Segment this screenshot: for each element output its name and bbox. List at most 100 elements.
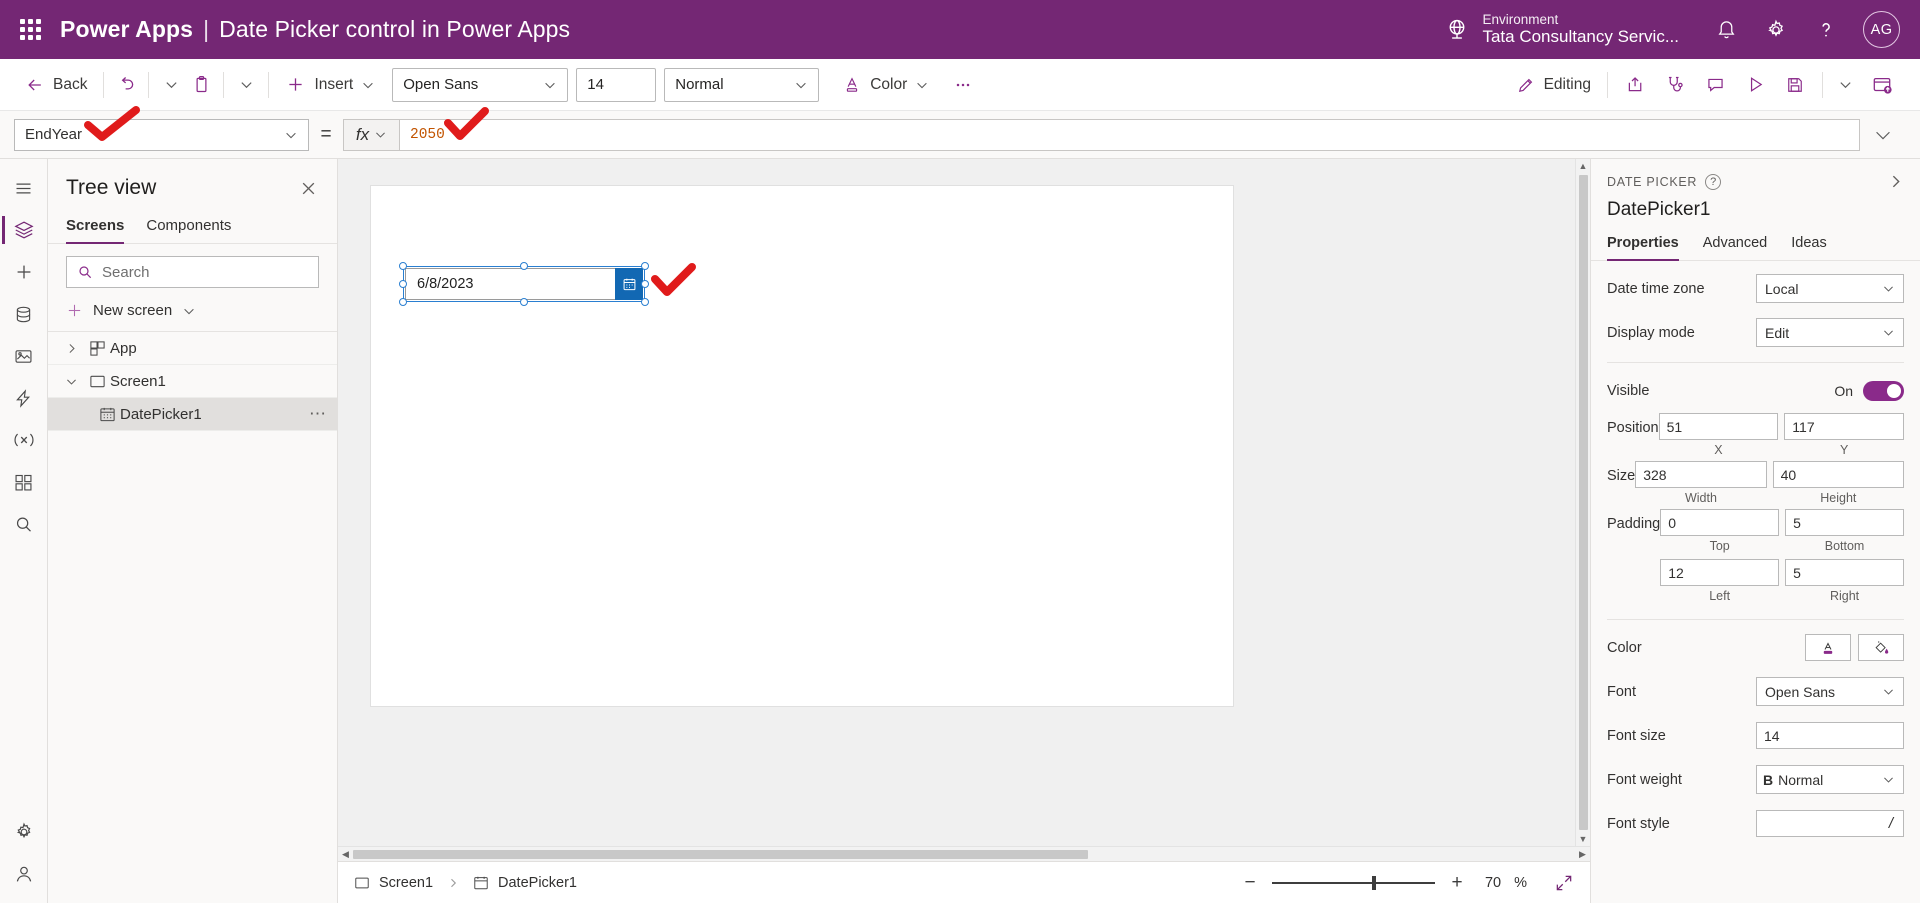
- datepicker-control[interactable]: 6/8/2023: [405, 268, 643, 300]
- date-time-zone-select[interactable]: Local: [1756, 274, 1904, 303]
- app-screen-canvas[interactable]: 6/8/2023: [371, 186, 1233, 706]
- padding-top-input[interactable]: [1660, 509, 1779, 536]
- resize-handle[interactable]: [399, 280, 407, 288]
- breadcrumb-screen1[interactable]: Screen1: [354, 875, 433, 891]
- tree-row-screen1[interactable]: Screen1: [48, 365, 337, 398]
- insert-button[interactable]: Insert: [276, 67, 384, 103]
- media-icon[interactable]: [2, 335, 46, 377]
- zoom-out-minus-icon[interactable]: −: [1241, 872, 1259, 894]
- components-icon[interactable]: [2, 461, 46, 503]
- font-family-select[interactable]: Open Sans: [392, 68, 568, 102]
- play-icon[interactable]: [1735, 68, 1775, 102]
- panel-expand-chevron-right-icon[interactable]: [1887, 173, 1904, 190]
- tab-advanced[interactable]: Advanced: [1703, 235, 1768, 260]
- size-height-input[interactable]: [1773, 461, 1904, 488]
- canvas-horizontal-scrollbar[interactable]: ◀ ▶: [338, 846, 1590, 861]
- scroll-right-arrow-icon[interactable]: ▶: [1575, 849, 1590, 860]
- resize-handle[interactable]: [641, 262, 649, 270]
- property-select[interactable]: EndYear: [14, 119, 309, 151]
- display-mode-select[interactable]: Edit: [1756, 318, 1904, 347]
- font-weight-select[interactable]: Normal: [664, 68, 819, 102]
- data-cylinder-icon[interactable]: [2, 293, 46, 335]
- bell-icon[interactable]: [1701, 0, 1751, 59]
- tree-row-datepicker1[interactable]: DatePicker1 ⋯: [48, 398, 337, 431]
- paste-caret-chevron-down-icon[interactable]: [231, 68, 261, 102]
- formula-expand-chevron-down-icon[interactable]: [1860, 124, 1906, 146]
- zoom-in-plus-icon[interactable]: +: [1448, 872, 1466, 894]
- comment-icon[interactable]: [1695, 68, 1735, 102]
- tab-properties[interactable]: Properties: [1607, 235, 1679, 260]
- share-icon[interactable]: [1615, 68, 1655, 102]
- save-icon[interactable]: [1775, 68, 1815, 102]
- app-checker-stethoscope-icon[interactable]: [1655, 68, 1695, 102]
- font-size-input[interactable]: [1756, 722, 1904, 749]
- gear-icon[interactable]: [1751, 0, 1801, 59]
- help-icon[interactable]: [1801, 0, 1851, 59]
- tab-screens[interactable]: Screens: [66, 211, 124, 243]
- resize-handle[interactable]: [641, 280, 649, 288]
- scroll-left-arrow-icon[interactable]: ◀: [338, 849, 353, 860]
- slider-knob[interactable]: [1372, 876, 1376, 890]
- avatar[interactable]: AG: [1863, 11, 1900, 48]
- editing-mode-button[interactable]: Editing: [1507, 67, 1600, 103]
- undo-caret-chevron-down-icon[interactable]: [156, 68, 186, 102]
- tree-row-app[interactable]: App: [48, 332, 337, 365]
- chevron-right-icon[interactable]: [58, 342, 84, 355]
- power-automate-icon[interactable]: [2, 377, 46, 419]
- breadcrumb-datepicker1[interactable]: DatePicker1: [473, 875, 577, 891]
- settings-gear-icon[interactable]: [2, 811, 46, 853]
- font-size-input[interactable]: 14: [576, 68, 656, 102]
- calendar-icon[interactable]: [615, 268, 643, 300]
- hamburger-menu-icon[interactable]: [2, 167, 46, 209]
- resize-handle[interactable]: [399, 298, 407, 306]
- close-icon[interactable]: [295, 175, 321, 201]
- fit-screen-icon[interactable]: [1554, 873, 1574, 893]
- zoom-slider[interactable]: [1272, 874, 1435, 892]
- scroll-down-arrow-icon[interactable]: ▼: [1579, 832, 1588, 846]
- back-button[interactable]: Back: [16, 67, 96, 103]
- ellipsis-icon[interactable]: [948, 68, 978, 102]
- padding-bottom-input[interactable]: [1785, 509, 1904, 536]
- resize-handle[interactable]: [520, 262, 528, 270]
- visible-toggle[interactable]: [1863, 381, 1904, 401]
- font-style-italic-icon[interactable]: /: [1756, 810, 1904, 837]
- waffle-grid-icon[interactable]: [0, 0, 60, 59]
- search-box[interactable]: [66, 256, 319, 288]
- chevron-down-icon[interactable]: [58, 375, 84, 388]
- environment-picker[interactable]: Environment Tata Consultancy Servic...: [1444, 12, 1679, 48]
- row-overflow-ellipsis-icon[interactable]: ⋯: [309, 404, 327, 424]
- insert-plus-icon[interactable]: [2, 251, 46, 293]
- padding-left-input[interactable]: [1660, 559, 1779, 586]
- scroll-up-arrow-icon[interactable]: ▲: [1579, 159, 1588, 173]
- account-icon[interactable]: [2, 853, 46, 895]
- canvas-vertical-scrollbar[interactable]: ▲ ▼: [1575, 159, 1590, 846]
- help-circle-icon[interactable]: ?: [1705, 174, 1721, 190]
- position-y-input[interactable]: [1784, 413, 1904, 440]
- variables-x-icon[interactable]: [2, 419, 46, 461]
- font-weight-select[interactable]: B Normal: [1756, 765, 1904, 794]
- resize-handle[interactable]: [520, 298, 528, 306]
- scrollbar-thumb[interactable]: [353, 850, 1088, 859]
- tab-ideas[interactable]: Ideas: [1791, 235, 1826, 260]
- clipboard-icon[interactable]: [186, 68, 216, 102]
- font-select[interactable]: Open Sans: [1756, 677, 1904, 706]
- tree-view-layers-icon[interactable]: [2, 209, 46, 251]
- position-x-input[interactable]: [1659, 413, 1779, 440]
- paint-bucket-icon[interactable]: [1858, 634, 1904, 661]
- resize-handle[interactable]: [399, 262, 407, 270]
- search-icon[interactable]: [2, 503, 46, 545]
- formula-input[interactable]: 2050: [399, 119, 1860, 151]
- save-caret-chevron-down-icon[interactable]: [1830, 68, 1860, 102]
- size-width-input[interactable]: [1635, 461, 1766, 488]
- scrollbar-thumb[interactable]: [1579, 175, 1588, 830]
- new-screen-button[interactable]: New screen: [48, 296, 337, 332]
- color-button[interactable]: Color: [833, 67, 938, 103]
- datepicker-selection[interactable]: 6/8/2023: [405, 268, 643, 300]
- undo-icon[interactable]: [111, 68, 141, 102]
- search-input[interactable]: [102, 264, 308, 281]
- fx-button[interactable]: fx: [343, 119, 399, 151]
- tab-components[interactable]: Components: [146, 211, 231, 243]
- padding-right-input[interactable]: [1785, 559, 1904, 586]
- publish-icon[interactable]: [1860, 68, 1904, 102]
- font-color-icon[interactable]: [1805, 634, 1851, 661]
